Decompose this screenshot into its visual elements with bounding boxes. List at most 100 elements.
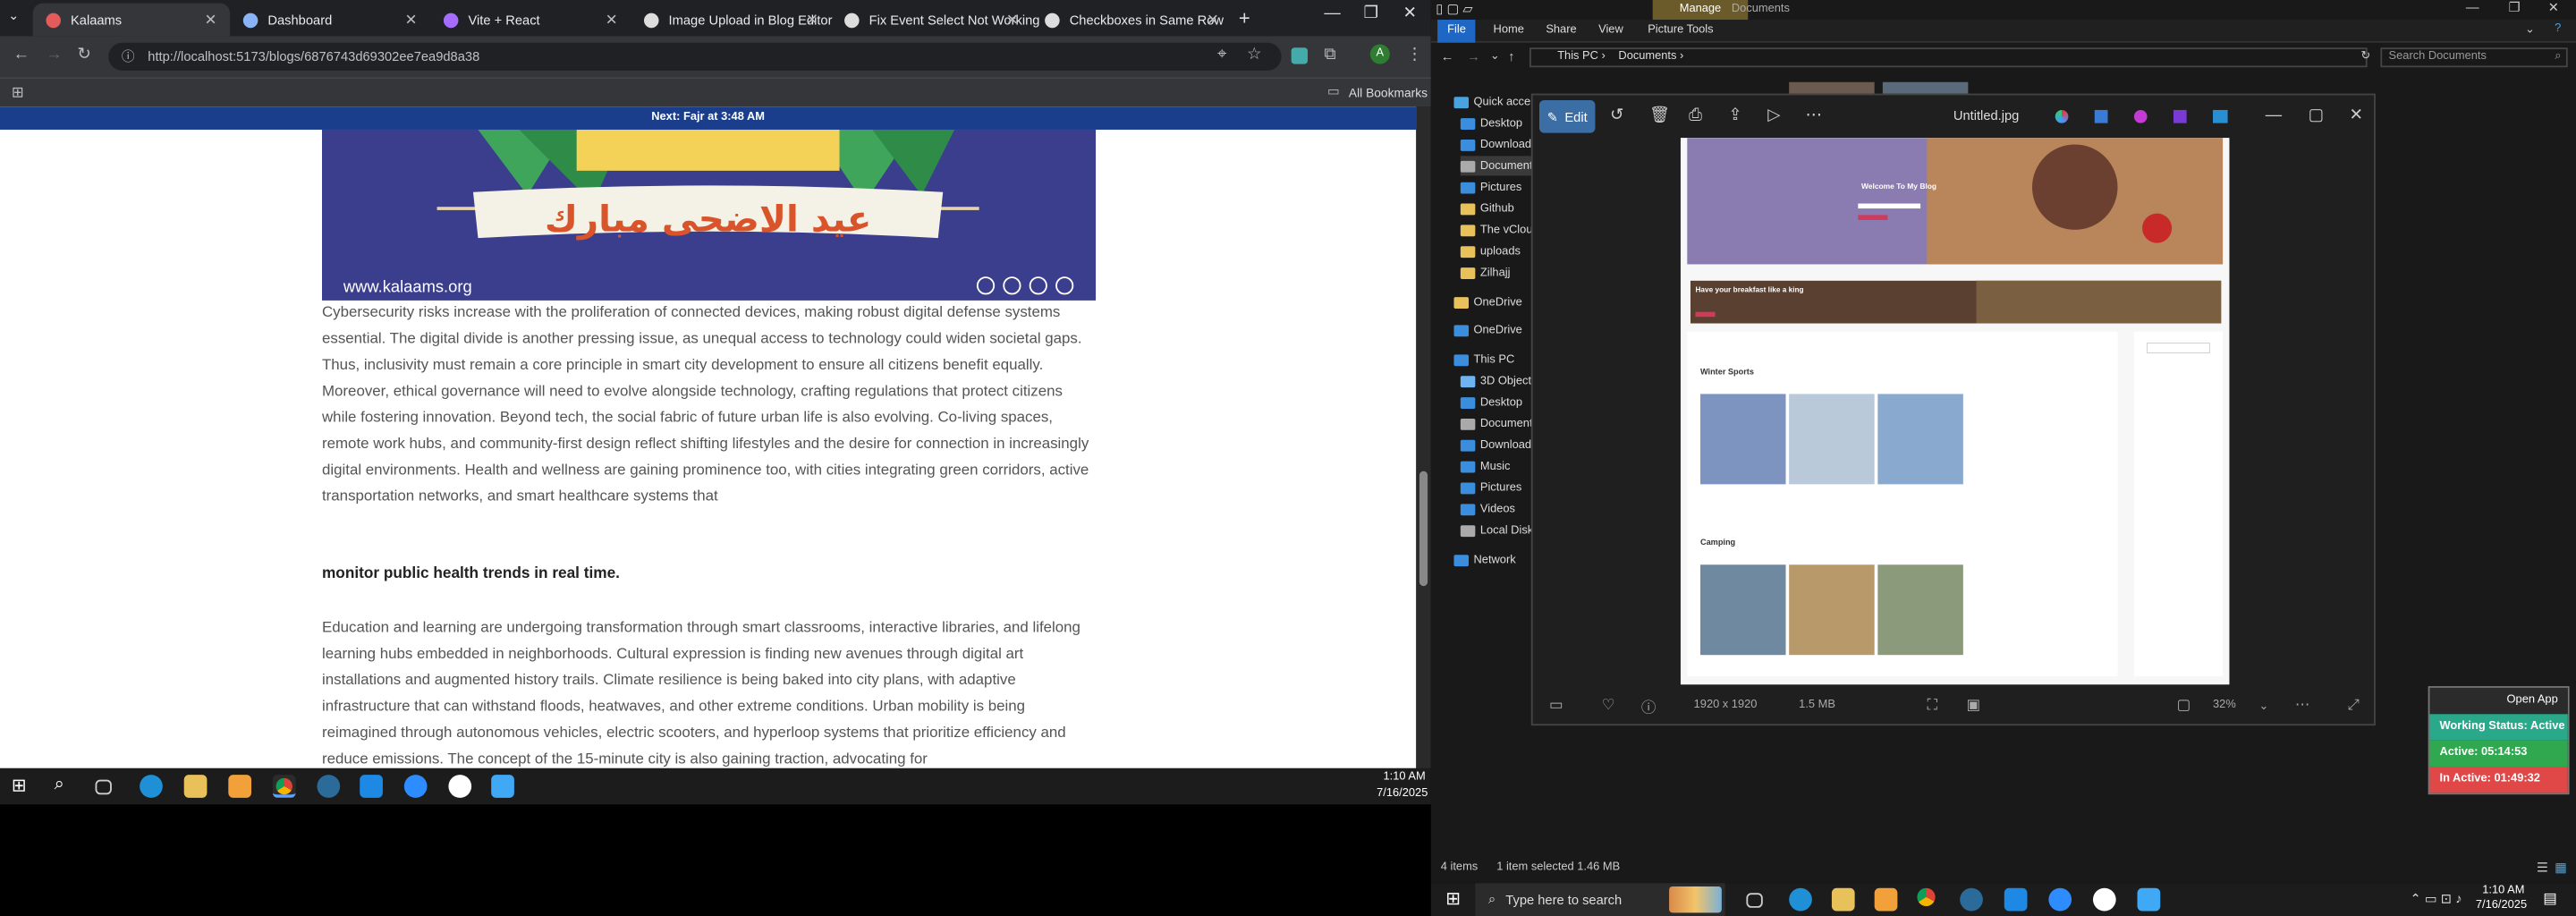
- close-icon[interactable]: ✕: [806, 11, 818, 29]
- edge-icon[interactable]: [1789, 887, 1812, 912]
- reload-icon[interactable]: ↻: [77, 46, 90, 64]
- chrome-icon[interactable]: [1917, 887, 1940, 912]
- tab-picture-tools[interactable]: Picture Tools: [1638, 20, 1723, 43]
- chevron-down-icon[interactable]: ⌄: [2258, 700, 2268, 713]
- task-view-icon[interactable]: [95, 779, 112, 795]
- crop-icon[interactable]: ⛶: [1927, 696, 1937, 714]
- effects-icon[interactable]: [2173, 109, 2187, 123]
- close-window-icon[interactable]: ✕: [2349, 106, 2362, 124]
- favorite-icon[interactable]: ♡: [1602, 696, 1615, 714]
- ocr-icon[interactable]: ▣: [1967, 696, 1981, 714]
- info-icon[interactable]: ⓘ: [1641, 696, 1657, 717]
- scroll-thumb[interactable]: [1419, 471, 1428, 587]
- windows-start-icon[interactable]: ⊞: [1445, 888, 1461, 910]
- page-scrollbar[interactable]: [1416, 106, 1431, 768]
- copilot-icon[interactable]: [2055, 109, 2069, 123]
- nav-item[interactable]: Documents: [1460, 413, 1538, 433]
- close-icon[interactable]: ✕: [606, 11, 618, 29]
- nav-item[interactable]: 3D Objects: [1460, 371, 1537, 391]
- vscode-icon[interactable]: [360, 775, 383, 798]
- nav-item[interactable]: Music: [1460, 456, 1510, 476]
- tab-checkboxes[interactable]: Checkboxes in Same Row ✕: [1031, 4, 1232, 37]
- tab-home[interactable]: Home: [1484, 20, 1534, 43]
- edge-icon[interactable]: [140, 775, 163, 798]
- store-icon[interactable]: [1874, 887, 1898, 912]
- search-icon[interactable]: ⌕: [55, 775, 78, 798]
- menu-icon[interactable]: ⋮: [1406, 46, 1422, 64]
- close-window-icon[interactable]: ✕: [1403, 5, 1417, 23]
- tab-image-upload[interactable]: Image Upload in Blog Editor ✕: [631, 4, 833, 37]
- nav-item[interactable]: Videos: [1460, 499, 1515, 519]
- nav-item[interactable]: OneDrive: [1453, 320, 1522, 340]
- nav-item[interactable]: Downloads: [1460, 134, 1537, 154]
- tab-dashboard[interactable]: Dashboard ✕: [230, 4, 430, 37]
- tab-search-icon[interactable]: ⌄: [8, 8, 19, 23]
- extension-icon[interactable]: [1291, 47, 1309, 64]
- clock-app-icon[interactable]: [2092, 887, 2116, 912]
- tab-kalaams[interactable]: Kalaams ✕: [32, 3, 231, 37]
- paint-icon[interactable]: [491, 775, 514, 798]
- more-icon[interactable]: ⋯: [2295, 696, 2310, 714]
- clipchamp-icon[interactable]: [2133, 109, 2148, 123]
- store-icon[interactable]: [228, 775, 252, 798]
- system-tray-icons[interactable]: ⌃ ▭ ⊡ ♪: [2410, 891, 2462, 906]
- recent-icon[interactable]: ⌄: [1490, 49, 1500, 63]
- nav-item[interactable]: Desktop: [1460, 393, 1522, 412]
- nav-item[interactable]: Github: [1460, 199, 1514, 218]
- breadcrumb[interactable]: This PC › Documents ›: [1529, 47, 2368, 68]
- nav-item[interactable]: Pictures: [1460, 478, 1521, 497]
- nav-item[interactable]: Quick access: [1453, 92, 1542, 112]
- filmstrip-icon[interactable]: ▭: [1549, 696, 1563, 714]
- explorer-search-input[interactable]: Search Documents ⌕: [2380, 47, 2568, 68]
- nav-item[interactable]: Pictures: [1460, 177, 1521, 197]
- photos-app-icon[interactable]: [2213, 109, 2228, 123]
- photo-preview[interactable]: Welcome To My Blog Have your breakfast l…: [1680, 138, 2230, 685]
- avatar[interactable]: A: [1369, 44, 1390, 64]
- details-view-icon[interactable]: ☰: [2537, 861, 2548, 876]
- tab-view[interactable]: View: [1589, 20, 1633, 43]
- nav-item[interactable]: This PC: [1453, 350, 1514, 369]
- taskbar-search-input[interactable]: ⌕ Type here to search: [1475, 883, 1725, 916]
- quick-access-toolbar-icon[interactable]: ▯ ▢ ▱: [1436, 2, 1472, 17]
- tab-fix-event[interactable]: Fix Event Select Not Working ✕: [831, 4, 1039, 37]
- new-tab-icon[interactable]: +: [1239, 6, 1250, 30]
- apps-icon[interactable]: ⊞: [12, 84, 24, 102]
- forward-icon[interactable]: →: [1467, 49, 1480, 64]
- notification-icon[interactable]: ▤: [2543, 890, 2557, 908]
- site-info-icon[interactable]: ⓘ: [122, 47, 135, 65]
- delete-icon[interactable]: 🗑: [1649, 106, 1670, 124]
- up-icon[interactable]: ↑: [1508, 49, 1514, 64]
- back-icon[interactable]: ←: [13, 46, 30, 64]
- tab-vite[interactable]: Vite + React ✕: [430, 4, 631, 37]
- nav-item[interactable]: The vCloud: [1460, 220, 1539, 240]
- close-icon[interactable]: ✕: [1207, 11, 1219, 29]
- back-icon[interactable]: ←: [1441, 49, 1454, 64]
- paint-icon[interactable]: [2137, 887, 2161, 912]
- zoom-icon[interactable]: [2048, 887, 2072, 912]
- close-window-icon[interactable]: ✕: [2548, 0, 2559, 15]
- app-icon[interactable]: [1960, 887, 1983, 912]
- puzzle-icon[interactable]: ⧉: [1324, 46, 1335, 64]
- close-icon[interactable]: ✕: [405, 11, 418, 29]
- rotate-icon[interactable]: ↺: [1610, 106, 1623, 124]
- tab-share[interactable]: Share: [1536, 20, 1586, 43]
- chrome-icon[interactable]: [272, 775, 296, 798]
- tab-file[interactable]: File: [1437, 20, 1476, 43]
- maximize-icon[interactable]: ❐: [1363, 5, 1377, 23]
- url-text[interactable]: http://localhost:5173/blogs/6876743d6930…: [148, 49, 479, 64]
- close-icon[interactable]: ✕: [1006, 11, 1019, 29]
- nav-item[interactable]: Network: [1453, 550, 1516, 570]
- fit-icon[interactable]: ▢: [2177, 696, 2191, 714]
- all-bookmarks[interactable]: All Bookmarks: [1349, 85, 1428, 100]
- zoom-level[interactable]: 32%: [2213, 700, 2236, 711]
- share-icon[interactable]: ⇪: [1728, 106, 1741, 124]
- task-view-icon[interactable]: [1746, 893, 1763, 908]
- close-icon[interactable]: ✕: [205, 11, 217, 29]
- more-icon[interactable]: ⋯: [1806, 106, 1822, 124]
- nav-item[interactable]: Downloads: [1460, 435, 1537, 454]
- nav-item[interactable]: OneDrive: [1453, 293, 1522, 312]
- nav-item[interactable]: uploads: [1460, 242, 1521, 261]
- refresh-icon[interactable]: ↻: [2360, 49, 2370, 63]
- forward-icon[interactable]: →: [46, 46, 62, 64]
- address-bar[interactable]: ⓘ http://localhost:5173/blogs/6876743d69…: [108, 42, 1282, 71]
